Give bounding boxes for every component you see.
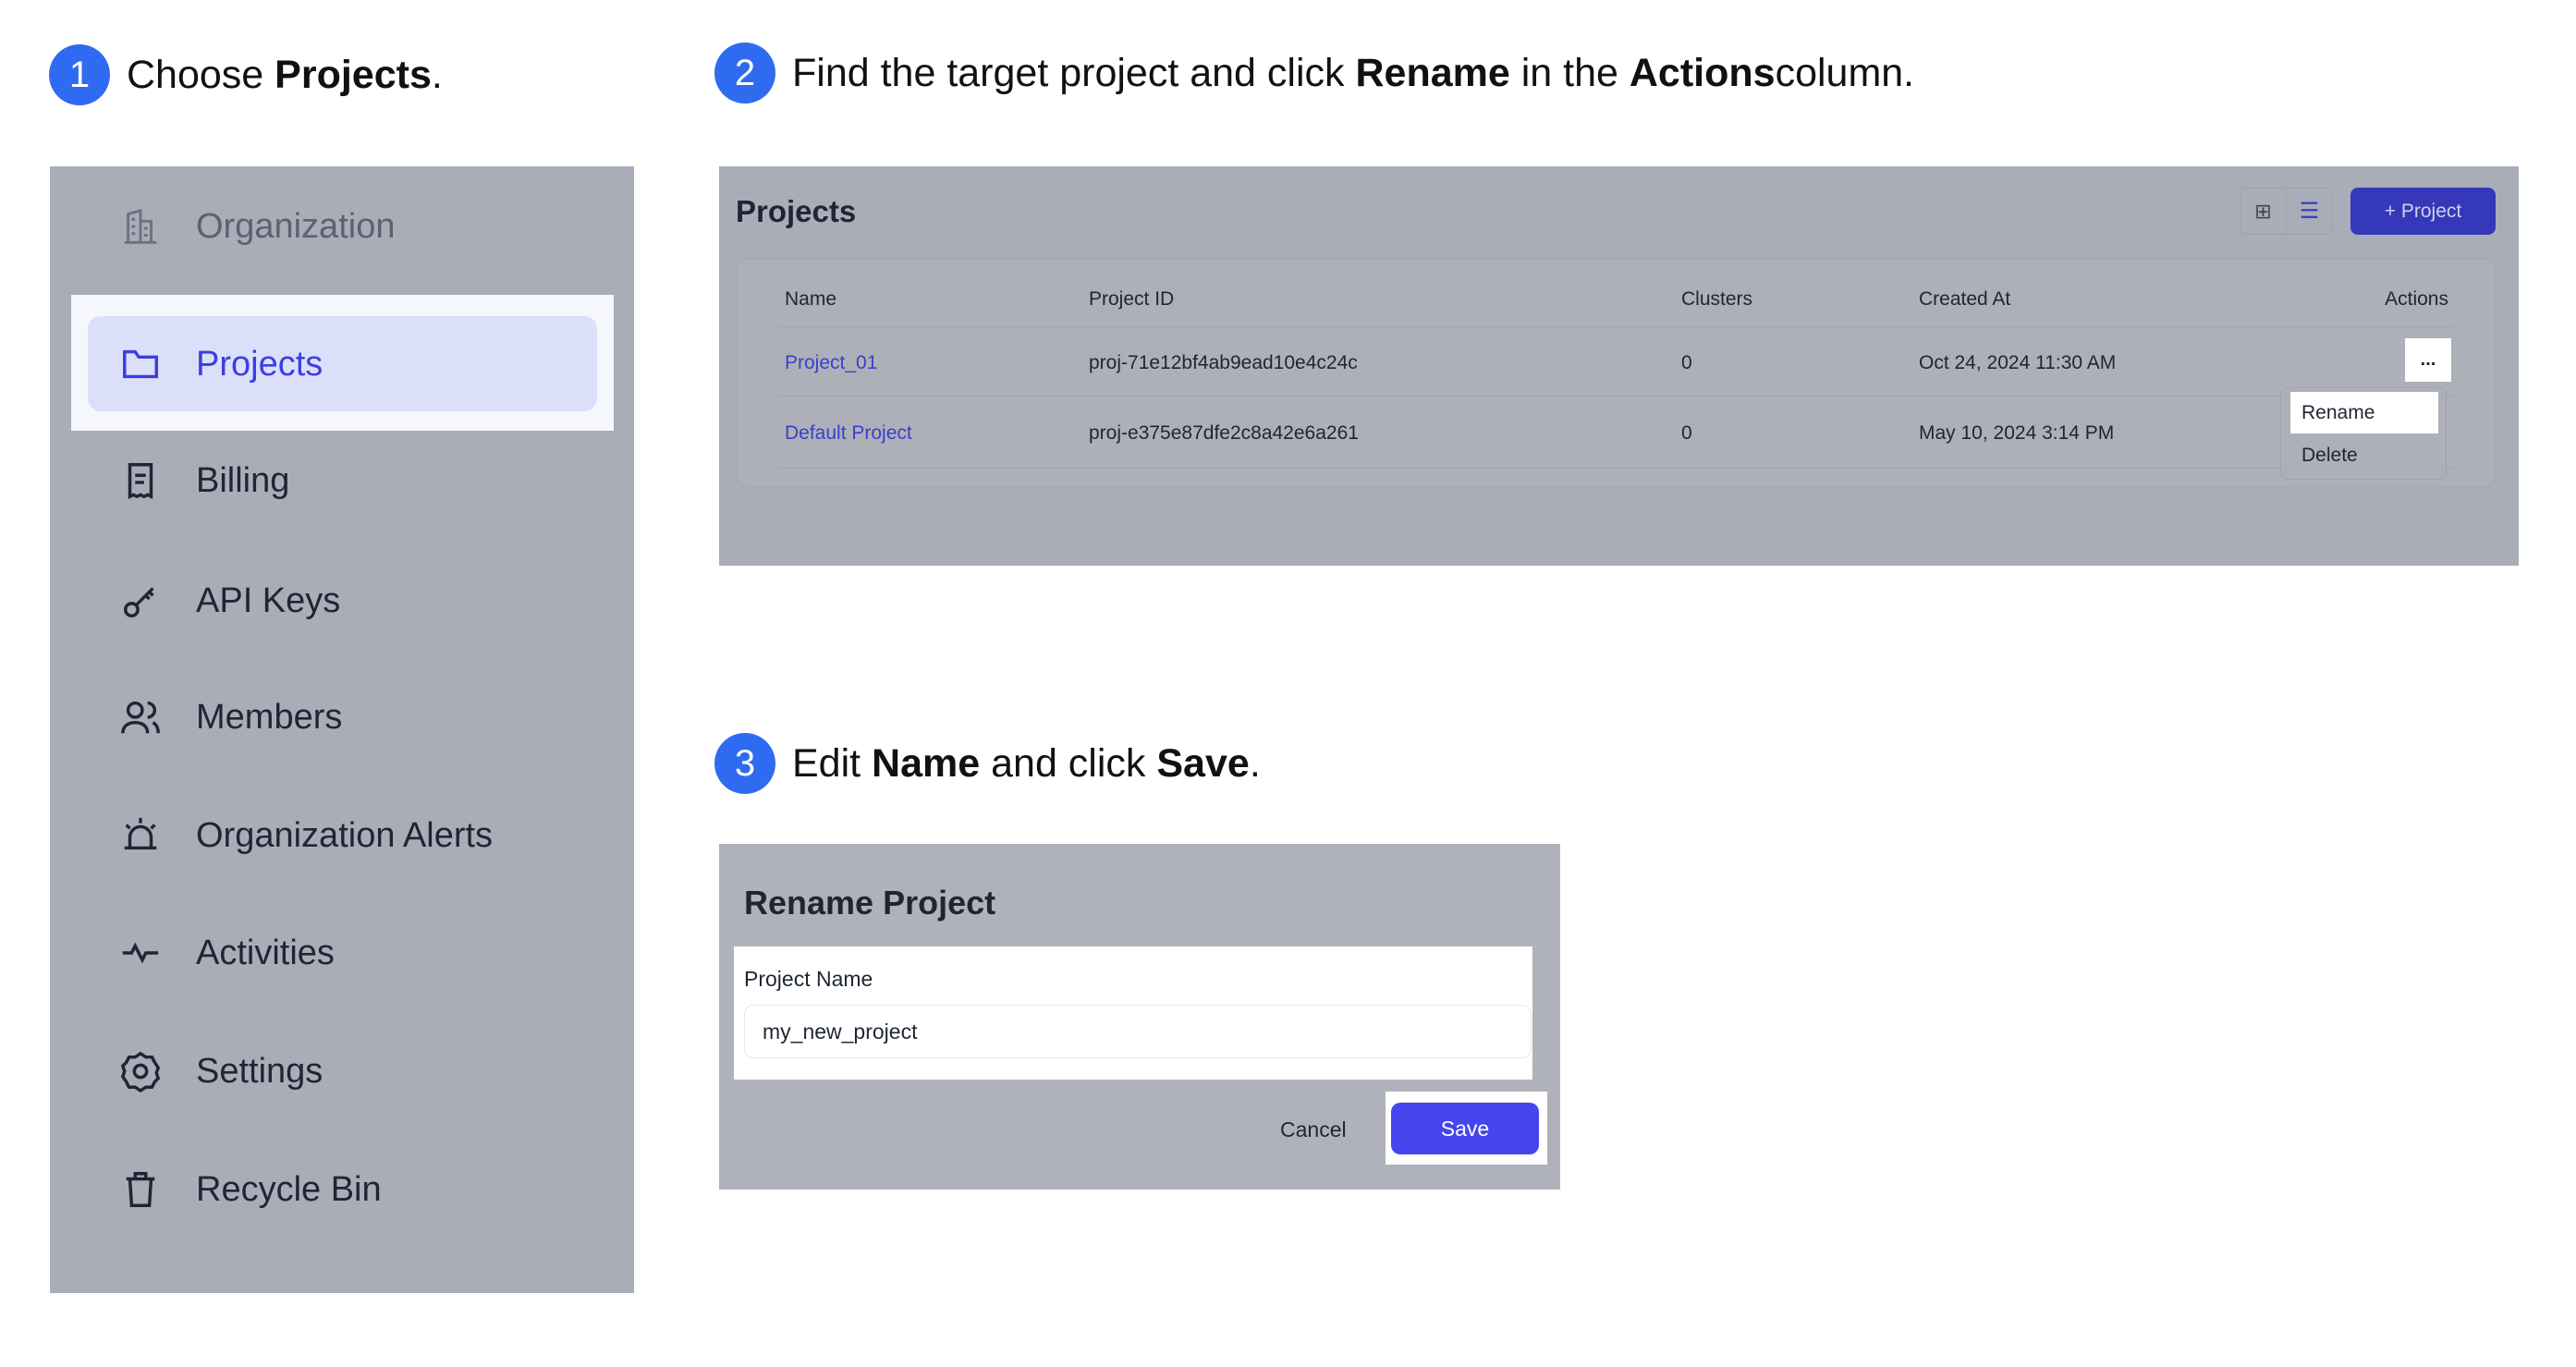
- sidebar-item-label: Projects: [196, 344, 324, 384]
- actions-menu: Rename Delete: [2280, 387, 2447, 480]
- sidebar-item-label: Members: [196, 697, 343, 737]
- sidebar-item-label: Organization Alerts: [196, 815, 494, 855]
- step-bold: Rename: [1355, 50, 1510, 95]
- more-actions-button[interactable]: ...: [2405, 338, 2451, 382]
- column-header: Clusters: [1681, 288, 1753, 310]
- step-text: Choose: [127, 52, 275, 97]
- step-bold: Actions: [1629, 50, 1776, 95]
- rename-menu-item[interactable]: Rename: [2290, 392, 2438, 433]
- column-header: Created At: [1919, 288, 2011, 310]
- step-1-instruction: 1 Choose Projects.: [49, 44, 443, 105]
- step-text: in the: [1509, 50, 1630, 95]
- dialog-title: Rename Project: [744, 884, 996, 922]
- key-icon: [123, 587, 154, 618]
- sidebar-item-settings[interactable]: Settings: [50, 1034, 634, 1108]
- projects-table: Name Project ID Clusters Created At Acti…: [737, 258, 2496, 487]
- sidebar-item-organization[interactable]: Organization: [50, 189, 634, 263]
- step-number: 3: [714, 733, 775, 794]
- divider: [779, 468, 2453, 469]
- step-number: 1: [49, 44, 110, 105]
- name-field-highlight: Project Name: [734, 946, 1532, 1080]
- activity-icon: [122, 942, 159, 964]
- step-text: Find the target project and click: [792, 50, 1356, 95]
- project-name-label: Project Name: [744, 967, 873, 991]
- project-id: proj-71e12bf4ab9ead10e4c24c: [1089, 352, 1358, 373]
- step-bold: Projects: [275, 52, 432, 97]
- step-bold: Name: [872, 740, 981, 786]
- sidebar-item-label: API Keys: [196, 580, 341, 620]
- alarm-icon: [124, 817, 157, 850]
- column-header: Project ID: [1089, 288, 1175, 310]
- save-button[interactable]: Save: [1391, 1103, 1539, 1154]
- step-3-instruction: 3 Edit Name and click Save.: [714, 733, 1261, 794]
- project-id: proj-e375e87dfe2c8a42e6a261: [1089, 422, 1359, 444]
- divider: [779, 326, 2453, 327]
- sidebar-item-members[interactable]: Members: [50, 680, 634, 754]
- step-bold: Save: [1156, 740, 1250, 786]
- step-text: .: [1249, 740, 1261, 786]
- sidebar: Organization Projects Billing API Keys M…: [50, 166, 634, 1293]
- building-icon: [124, 208, 157, 244]
- folder-icon: [123, 349, 158, 379]
- sidebar-item-activities[interactable]: Activities: [50, 916, 634, 990]
- grid-view-icon[interactable]: ⊞: [2240, 189, 2287, 234]
- sidebar-item-projects[interactable]: Projects: [50, 327, 634, 401]
- cancel-button[interactable]: Cancel: [1280, 1117, 1347, 1142]
- sidebar-item-api-keys[interactable]: API Keys: [50, 564, 634, 638]
- project-name-link[interactable]: Default Project: [785, 422, 912, 445]
- list-view-icon[interactable]: ☰: [2287, 189, 2332, 234]
- step-text: and click: [980, 740, 1157, 786]
- sidebar-item-label: Activities: [196, 933, 335, 972]
- created-at: May 10, 2024 3:14 PM: [1919, 422, 2115, 444]
- project-name-input[interactable]: [744, 1005, 1532, 1058]
- sidebar-item-label: Organization: [196, 206, 396, 246]
- users-icon: [121, 701, 160, 734]
- sidebar-item-label: Settings: [196, 1051, 324, 1091]
- step-text: Edit: [792, 740, 873, 786]
- trash-icon: [126, 1172, 155, 1207]
- sidebar-item-recycle-bin[interactable]: Recycle Bin: [50, 1153, 634, 1227]
- divider: [779, 396, 2453, 397]
- step-text: column.: [1775, 50, 1915, 95]
- delete-menu-item[interactable]: Delete: [2301, 445, 2358, 467]
- receipt-icon: [128, 463, 153, 500]
- sidebar-item-organization-alerts[interactable]: Organization Alerts: [50, 799, 634, 873]
- column-header: Actions: [2385, 288, 2448, 310]
- sidebar-item-label: Recycle Bin: [196, 1169, 382, 1209]
- projects-panel: Projects ⊞ ☰ + Project Name Project ID C…: [719, 166, 2519, 566]
- rename-dialog: Rename Project Project Name Cancel Save: [719, 844, 1560, 1190]
- clusters-count: 0: [1681, 352, 1692, 373]
- step-text: .: [431, 52, 443, 97]
- gear-icon: [120, 1051, 161, 1092]
- sidebar-item-label: Billing: [196, 460, 290, 500]
- new-project-button[interactable]: + Project: [2350, 188, 2496, 235]
- clusters-count: 0: [1681, 422, 1692, 444]
- view-toggle: ⊞ ☰: [2240, 188, 2333, 235]
- created-at: Oct 24, 2024 11:30 AM: [1919, 352, 2117, 373]
- column-header: Name: [785, 288, 837, 310]
- step-number: 2: [714, 43, 775, 104]
- step-2-instruction: 2 Find the target project and click Rena…: [714, 43, 1914, 104]
- project-name-link[interactable]: Project_01: [785, 352, 877, 374]
- page-title: Projects: [736, 194, 857, 228]
- sidebar-item-billing[interactable]: Billing: [50, 444, 634, 518]
